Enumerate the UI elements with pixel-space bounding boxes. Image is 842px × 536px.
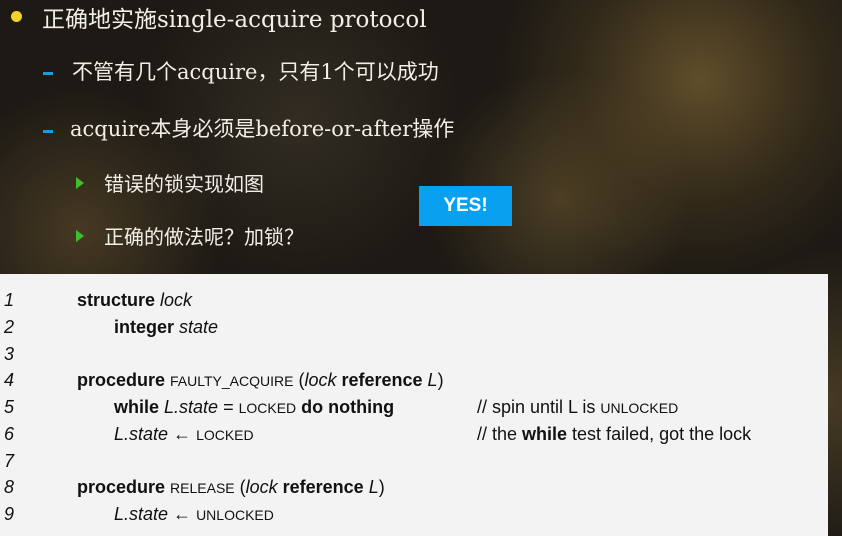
code-token: (: [234, 477, 246, 498]
comment-token: // spin until L is: [477, 397, 601, 417]
code-text: integer state: [114, 314, 218, 340]
code-text: L.state ← LOCKED: [114, 421, 254, 448]
code-token: lock: [304, 370, 337, 391]
code-line: 8 procedure RELEASE (lock reference L): [0, 474, 828, 500]
line-number: 3: [4, 343, 15, 364]
comment-token: // the: [477, 423, 523, 444]
code-line: 6 L.state ← LOCKED // the while test faile…: [0, 421, 828, 447]
bullet-level3: 正确的做法呢？加锁？: [104, 225, 304, 249]
code-text: procedure RELEASE (lock reference L): [77, 474, 385, 501]
yes-label: YES!: [419, 186, 512, 226]
code-token: while: [114, 397, 165, 417]
code-token: LOCKED: [196, 426, 254, 443]
code-token: L.state: [114, 423, 169, 444]
line-number: 8: [4, 477, 15, 498]
code-line: 4 procedure FAULTY_ACQUIRE (lock referenc…: [0, 367, 828, 393]
code-token: LOCKED: [238, 400, 297, 416]
line-number: 7: [4, 450, 15, 471]
bullet-level2: acquire本身必须是before-or-after操作: [70, 117, 455, 141]
bullet-level3: 错误的锁实现如图: [104, 172, 264, 196]
code-line: 1 structure lock: [0, 287, 828, 313]
line-number: 2: [4, 316, 15, 337]
code-listing: 1 structure lock 2 integer state 3 4 procedure…: [0, 274, 828, 536]
code-token: FAULTY_ACQUIRE: [170, 373, 294, 390]
triangle-bullet-icon: [76, 177, 84, 189]
code-comment: // the while test failed, got the lock: [477, 421, 751, 447]
code-token: ←: [168, 504, 197, 524]
comment-token: UNLOCKED: [600, 400, 679, 416]
dash-bullet-icon: [43, 72, 53, 75]
code-token: (: [293, 370, 305, 391]
code-token: =: [218, 397, 239, 417]
code-token: L: [368, 477, 379, 498]
code-token: structure: [77, 290, 161, 310]
code-line: 7: [0, 448, 828, 474]
code-text: structure lock: [77, 287, 192, 313]
line-number: 1: [4, 290, 15, 310]
code-text: L.state ← UNLOCKED: [114, 501, 274, 528]
code-text: procedure FAULTY_ACQUIRE (lock reference…: [77, 367, 444, 394]
code-token: do nothing: [296, 397, 395, 417]
code-token: procedure: [77, 370, 171, 391]
line-number: 5: [4, 397, 15, 417]
code-text: while L.state = LOCKED do nothing: [114, 394, 394, 421]
bullet-level2: 不管有几个acquire，只有1个可以成功: [72, 60, 439, 84]
code-token: state: [179, 316, 219, 337]
line-number: 9: [4, 504, 15, 524]
dash-bullet-icon: [43, 130, 53, 133]
comment-token: while: [522, 423, 568, 444]
code-token: RELEASE: [170, 480, 235, 497]
code-token: reference: [277, 477, 369, 498]
bullet-level1: 正确地实施single-acquire protocol: [42, 7, 427, 33]
code-token: integer: [114, 316, 180, 337]
code-token: L.state: [164, 397, 219, 417]
code-line: 5 while L.state = LOCKED do nothing // spi…: [0, 394, 828, 420]
line-number: 4: [4, 370, 15, 391]
code-token: reference: [336, 370, 428, 391]
code-token: ←: [168, 423, 197, 444]
code-line: 3: [0, 341, 828, 367]
code-token: ): [378, 477, 385, 498]
code-token: lock: [160, 290, 193, 310]
code-token: L.state: [114, 504, 169, 524]
code-token: procedure: [77, 477, 171, 498]
code-token: UNLOCKED: [196, 507, 274, 523]
comment-token: test failed, got the lock: [567, 423, 752, 444]
code-token: ): [437, 370, 444, 391]
code-line: 9 L.state ← UNLOCKED: [0, 501, 828, 527]
bullet-dot-icon: [11, 11, 22, 22]
code-line: 2 integer state: [0, 314, 828, 340]
code-comment: // spin until L is UNLOCKED: [477, 394, 678, 421]
code-token: lock: [245, 477, 278, 498]
triangle-bullet-icon: [76, 230, 84, 242]
line-number: 6: [4, 423, 15, 444]
code-token: L: [427, 370, 438, 391]
